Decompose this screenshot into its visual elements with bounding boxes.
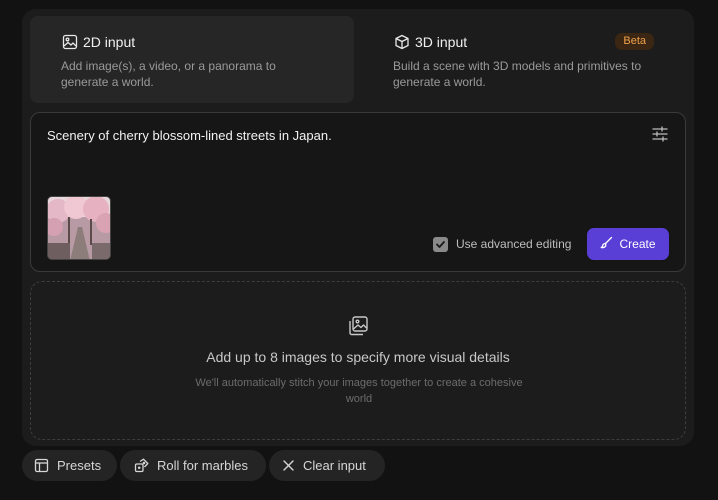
advanced-editing-toggle[interactable]: Use advanced editing [433, 236, 571, 252]
attached-image-thumbnail[interactable] [47, 196, 111, 260]
dropzone-subtitle: We'll automatically stitch your images t… [195, 377, 523, 405]
close-icon [283, 460, 294, 471]
mode-description: Add image(s), a video, or a panorama to … [61, 59, 276, 89]
cube-icon [394, 34, 410, 50]
roll-for-marbles-button[interactable]: Roll for marbles [120, 450, 266, 481]
advanced-editing-checkbox[interactable] [433, 236, 448, 252]
mode-title: 2D input [83, 34, 136, 50]
advanced-editing-label: Use advanced editing [456, 237, 572, 251]
roll-label: Roll for marbles [157, 458, 249, 473]
images-icon [347, 315, 369, 337]
mode-description: Build a scene with 3D models and primiti… [393, 59, 642, 89]
layout-icon [34, 458, 49, 473]
create-label: Create [619, 237, 656, 251]
create-button[interactable]: Create [587, 228, 669, 260]
dice-icon [134, 458, 149, 473]
mode-3d-input[interactable]: 3D input Build a scene with 3D models an… [363, 16, 686, 103]
image-icon [62, 34, 78, 50]
image-dropzone[interactable]: Add up to 8 images to specify more visua… [30, 281, 686, 440]
prompt-input[interactable]: Scenery of cherry blossom-lined streets … [47, 128, 332, 143]
prompt-box[interactable]: Scenery of cherry blossom-lined streets … [30, 112, 686, 272]
presets-button[interactable]: Presets [22, 450, 117, 481]
clear-label: Clear input [303, 458, 366, 473]
brush-icon [600, 236, 613, 252]
clear-input-button[interactable]: Clear input [269, 450, 385, 481]
beta-badge: Beta [615, 33, 654, 50]
mode-2d-input[interactable]: 2D input Add image(s), a video, or a pan… [30, 16, 354, 103]
presets-label: Presets [57, 458, 102, 473]
sliders-icon[interactable] [651, 125, 669, 143]
mode-title: 3D input [415, 34, 468, 50]
dropzone-title: Add up to 8 images to specify more visua… [206, 349, 510, 365]
